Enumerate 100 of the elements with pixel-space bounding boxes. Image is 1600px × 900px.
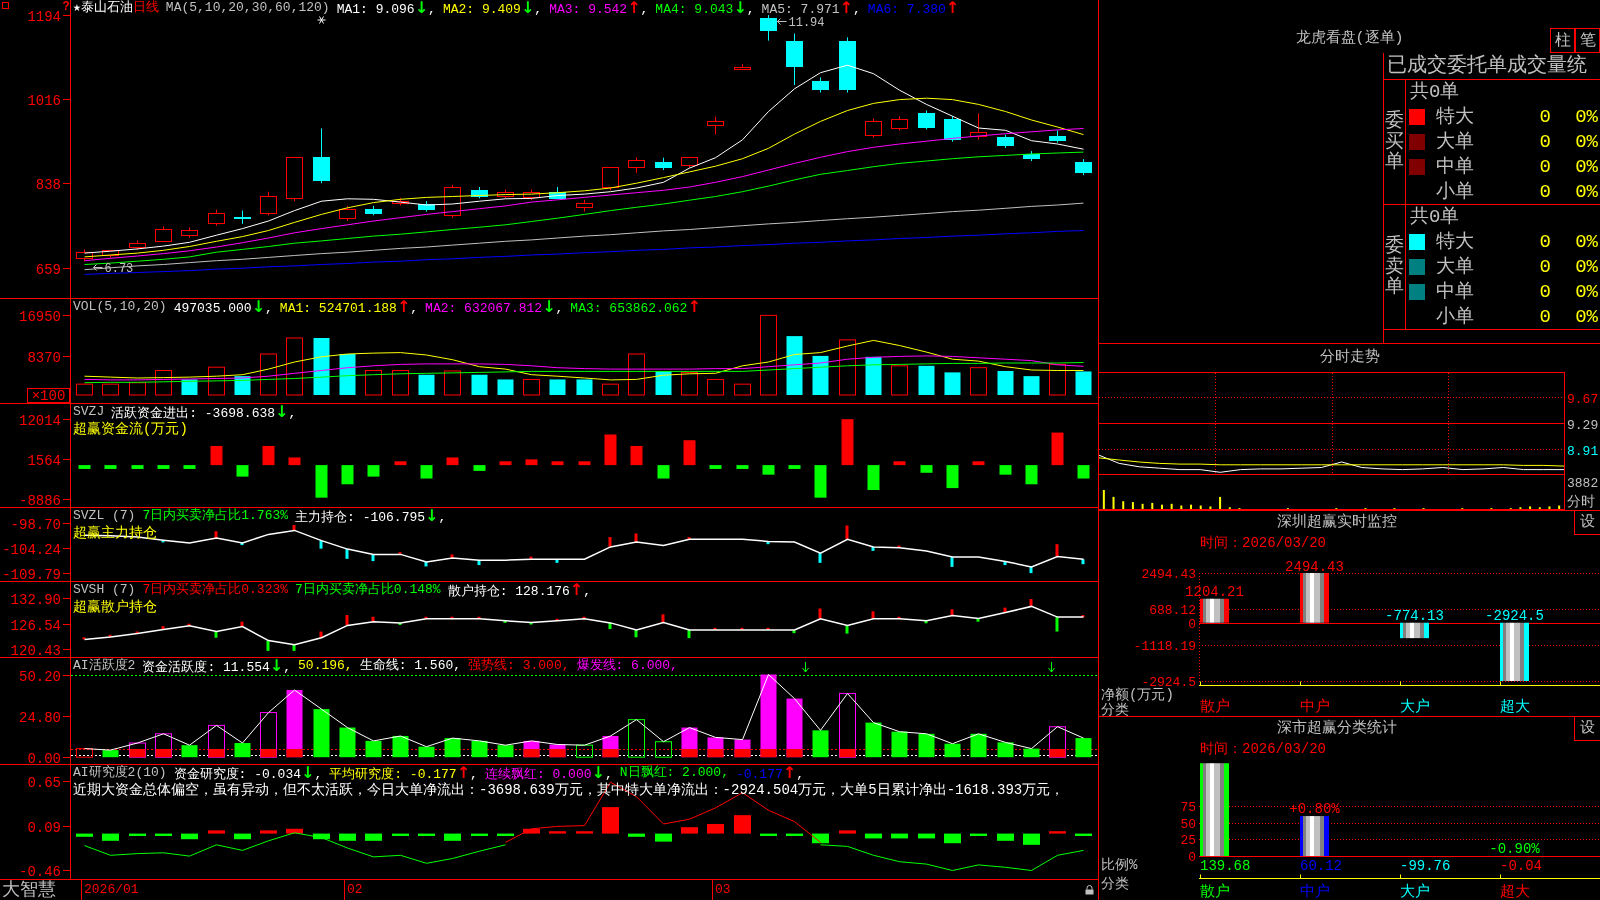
order-size-label: 中单 [1436, 281, 1475, 302]
research-bar [734, 815, 751, 834]
activity-bar [418, 746, 435, 758]
change-spike [214, 631, 218, 638]
research-bar [891, 833, 908, 839]
view-toggle-button[interactable]: 笔 [1575, 28, 1600, 53]
change-spike [792, 629, 796, 634]
flow-bar [394, 461, 407, 466]
research-bar [786, 833, 803, 836]
flow-bar [367, 465, 380, 477]
axis-label: 1564 [27, 452, 61, 469]
candlestick [997, 134, 1014, 149]
research-bar [286, 828, 303, 834]
change-spike [345, 615, 349, 626]
axis-label: 0.00 [27, 750, 61, 764]
indicator-value: 资金活跃度: 11.554↓, [142, 658, 292, 675]
order-size-label: 小单 [1436, 306, 1475, 327]
change-spike [766, 541, 770, 545]
axis-title: 分时 [1567, 494, 1595, 510]
change-spike [371, 616, 375, 622]
change-spike [161, 540, 165, 543]
change-spike [319, 631, 323, 638]
research-bar [602, 807, 619, 834]
volume-bar [208, 366, 225, 396]
status-mark: ? [62, 0, 70, 14]
research-bar [313, 833, 330, 840]
volume-bar [418, 374, 435, 395]
change-spike [1081, 559, 1085, 565]
change-spike [1055, 544, 1059, 557]
axis-label: 2494.43 [1141, 567, 1196, 582]
research-bar [523, 828, 540, 834]
change-spike [1003, 607, 1007, 613]
change-spike [555, 618, 559, 621]
indicator-value: MA6: 7.380↑ [867, 0, 960, 17]
change-spike [871, 546, 875, 551]
research-bar [418, 833, 435, 836]
category-label: 大户 [1399, 699, 1430, 716]
value-label: -2924.5 [1485, 608, 1544, 625]
axis-tick [1500, 874, 1501, 879]
candlestick [760, 14, 777, 42]
axis-label: 3882 [1567, 476, 1599, 491]
volume-bar [339, 354, 356, 395]
axis-label: 8.91 [1567, 443, 1599, 459]
change-spike [924, 620, 928, 624]
order-count: 0 [1538, 156, 1551, 177]
flow-bar [157, 465, 170, 469]
order-size-label: 特大 [1436, 231, 1475, 252]
indicator-value: 7日内买卖净占比0.148% [295, 582, 441, 599]
category-label: 中户 [1299, 884, 1330, 900]
flow-bar [972, 461, 985, 466]
research-bar [260, 830, 277, 834]
change-spike [740, 627, 744, 630]
volume-bar [1049, 363, 1066, 396]
change-spike [82, 637, 86, 640]
candlestick [339, 205, 356, 222]
settings-button[interactable]: 设 [1574, 717, 1600, 741]
change-spike [687, 629, 691, 639]
flow-bar [657, 465, 670, 479]
change-spike [398, 552, 402, 555]
change-spike [214, 531, 218, 538]
indicator-name: AI活跃度2 [73, 658, 136, 675]
change-spike [292, 525, 296, 531]
research-bar [812, 833, 829, 844]
candlestick [839, 36, 856, 94]
change-spike [1055, 617, 1059, 632]
bar [1300, 573, 1329, 623]
axis-label: 25 [1180, 833, 1196, 848]
flow-bar [104, 465, 117, 469]
bar [1300, 816, 1329, 856]
candlestick [418, 200, 435, 213]
view-toggle-button[interactable]: 柱 [1550, 28, 1575, 53]
candlestick [286, 156, 303, 202]
axis-label: 16950 [19, 308, 61, 325]
change-spike [266, 640, 270, 651]
change-spike [608, 622, 612, 630]
flow-bar [131, 465, 144, 469]
volume-bar [1075, 371, 1092, 395]
date-label: 2026/01 [81, 880, 139, 900]
flow-bar [946, 465, 959, 489]
change-spike [450, 616, 454, 619]
down-arrow-icon [802, 661, 809, 673]
flow-bar [78, 465, 91, 469]
volume-bar [681, 371, 698, 396]
volume-bar [286, 337, 303, 396]
indicator-value: -0.177↑, [735, 765, 804, 782]
timestamp: 时间：2026/03/20 [1200, 535, 1326, 551]
indicator-value: 活跃资金进出: -3698.638↓, [111, 404, 297, 421]
date-label: 02 [344, 880, 363, 900]
volume-bar [576, 379, 593, 395]
settings-button[interactable]: 设 [1574, 511, 1600, 535]
volume-bar [155, 370, 172, 396]
change-spike [897, 616, 901, 619]
axis-label: 50 [1180, 817, 1196, 832]
research-bar [339, 833, 356, 841]
order-size-label: 大单 [1436, 256, 1475, 277]
activity-bar [655, 741, 672, 758]
volume-bar [1023, 376, 1040, 395]
change-spike [1003, 561, 1007, 566]
candlestick [523, 188, 540, 201]
activity-bar [628, 719, 645, 758]
